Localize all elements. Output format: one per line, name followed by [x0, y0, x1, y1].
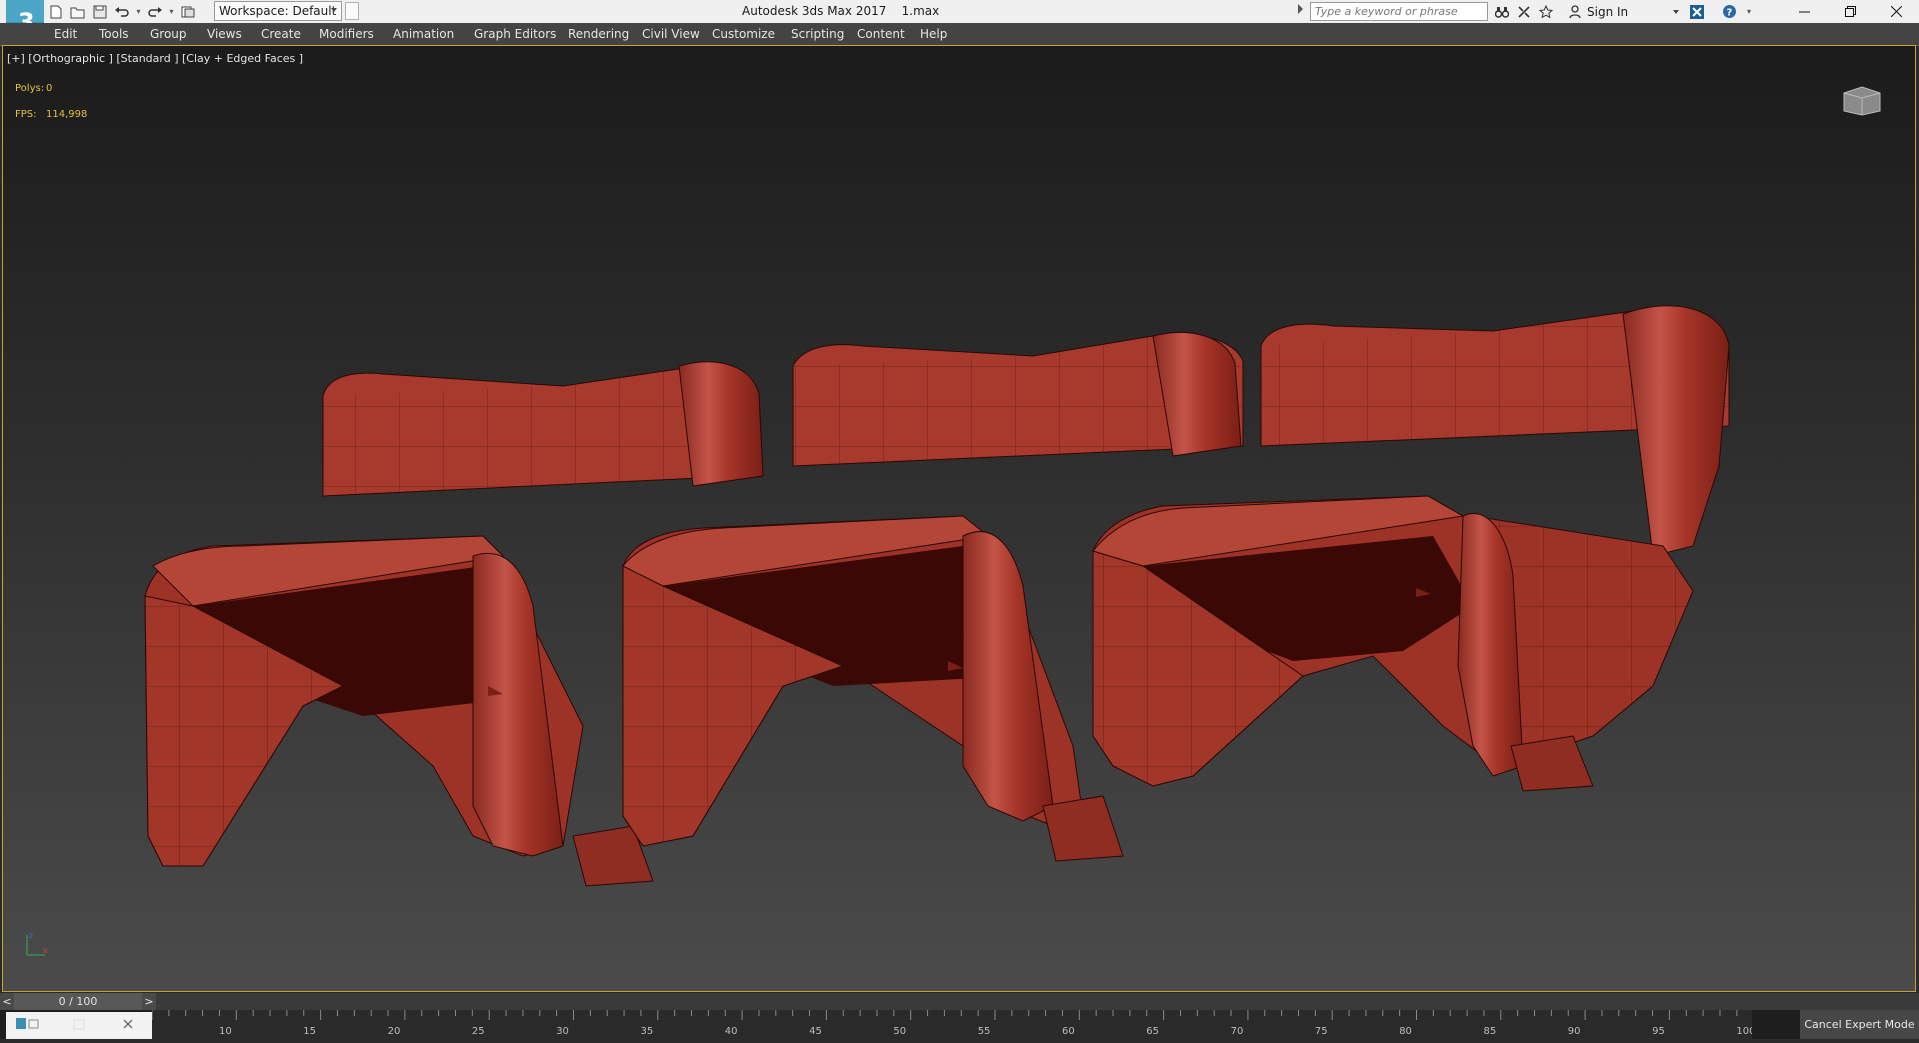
- fps-value: 114,998: [46, 109, 88, 120]
- time-slider-bar: < 0 / 100 >: [0, 993, 1919, 1010]
- save-icon[interactable]: [90, 3, 110, 21]
- timeline-tick-label: 15: [303, 1026, 316, 1037]
- menu-graph-editors[interactable]: Graph Editors: [474, 23, 556, 45]
- cancel-expert-mode-button[interactable]: Cancel Expert Mode: [1800, 1010, 1919, 1039]
- polys-value: 0: [46, 83, 53, 94]
- binoculars-icon[interactable]: [1493, 3, 1511, 20]
- timeline-ruler[interactable]: 10 15 20 25 30 35 40 45 50 55 60 65 70 75 80 85 90 95 100: [152, 1010, 1752, 1039]
- redo-dropdown-icon[interactable]: ▾: [167, 7, 176, 16]
- workspace-dropdown[interactable]: Workspace: Default: [214, 1, 342, 21]
- menu-scripting[interactable]: Scripting: [791, 23, 844, 45]
- close-button[interactable]: [1873, 0, 1919, 23]
- title-bar: 3 ▾ ▾ Workspace: Default Autodesk 3ds Ma…: [0, 0, 1919, 44]
- sign-in-button[interactable]: Sign In: [1587, 5, 1628, 19]
- timeline-tick-label: 95: [1652, 1026, 1665, 1037]
- timeline-tick-label: 60: [1062, 1026, 1075, 1037]
- next-frame-button[interactable]: >: [142, 993, 156, 1010]
- menu-animation[interactable]: Animation: [393, 23, 454, 45]
- user-icon[interactable]: [1566, 3, 1584, 20]
- search-input[interactable]: Type a keyword or phrase: [1310, 2, 1488, 21]
- timeline-tick-label: 50: [893, 1026, 906, 1037]
- timeline-tick-label: 25: [472, 1026, 485, 1037]
- undo-icon[interactable]: [112, 3, 132, 21]
- timeline-tick-label: 90: [1568, 1026, 1581, 1037]
- menu-group[interactable]: Group: [150, 23, 187, 45]
- quick-access-toolbar: ▾ ▾: [46, 2, 198, 21]
- menu-bar: Edit Tools Group Views Create Modifiers …: [0, 23, 1919, 46]
- timeline-tick-label: 65: [1146, 1026, 1159, 1037]
- viewcube-icon[interactable]: [1842, 85, 1882, 117]
- sign-in-dropdown-icon[interactable]: [1673, 10, 1679, 14]
- workspace-options-button[interactable]: [345, 2, 359, 20]
- viewport-orthographic[interactable]: [+] [Orthographic ] [Standard ] [Clay + …: [2, 45, 1916, 992]
- timeline-tick-label: 55: [978, 1026, 991, 1037]
- axis-z-label: z: [29, 931, 33, 940]
- timeline-tick-label: 80: [1399, 1026, 1412, 1037]
- timeline-tick-label: 85: [1484, 1026, 1497, 1037]
- fps-label: FPS:: [15, 109, 37, 120]
- restore-button[interactable]: [1827, 0, 1873, 23]
- help-dropdown-icon[interactable]: ▾: [1740, 3, 1758, 20]
- axis-x-label: x: [43, 946, 48, 955]
- menu-rendering[interactable]: Rendering: [568, 23, 629, 45]
- help-icon[interactable]: ?: [1720, 3, 1738, 20]
- time-slider[interactable]: < 0 / 100 >: [0, 993, 156, 1010]
- menu-civil-view[interactable]: Civil View: [642, 23, 700, 45]
- search-expand-icon[interactable]: [1298, 4, 1303, 14]
- track-bar: 101520253035404550556065707580859095100 …: [0, 1010, 1919, 1039]
- open-folder-icon[interactable]: [68, 3, 88, 21]
- exchange-apps-icon[interactable]: [1688, 3, 1706, 20]
- menu-customize[interactable]: Customize: [712, 23, 775, 45]
- timeline-tick-label: 35: [641, 1026, 654, 1037]
- timeline-tick-label: 70: [1231, 1026, 1244, 1037]
- timeline-tick-label: 30: [556, 1026, 569, 1037]
- menu-edit[interactable]: Edit: [54, 23, 77, 45]
- timeline-tick-label: 40: [725, 1026, 738, 1037]
- favorites-star-icon[interactable]: [1537, 3, 1555, 20]
- menu-views[interactable]: Views: [207, 23, 242, 45]
- menu-tools[interactable]: Tools: [99, 23, 129, 45]
- minimize-button[interactable]: [1781, 0, 1827, 23]
- redo-icon[interactable]: [145, 3, 165, 21]
- polys-label: Polys:: [15, 83, 45, 94]
- taskbar-thumbnail[interactable]: [6, 1012, 152, 1039]
- viewport-3d-model: [144, 305, 1730, 887]
- svg-text:?: ?: [1726, 8, 1732, 19]
- axis-gizmo: z x: [21, 929, 51, 963]
- subscription-icon[interactable]: [1515, 3, 1533, 20]
- workspace-label: Workspace: Default: [219, 4, 337, 18]
- project-folder-icon[interactable]: [178, 3, 198, 21]
- search-placeholder: Type a keyword or phrase: [1315, 5, 1458, 18]
- new-file-icon[interactable]: [46, 3, 66, 21]
- timeline-tick-label: 75: [1315, 1026, 1328, 1037]
- window-title: Autodesk 3ds Max 2017 1.max: [742, 4, 939, 18]
- viewport-label[interactable]: [+] [Orthographic ] [Standard ] [Clay + …: [7, 52, 303, 65]
- timeline-tick-label: 100: [1736, 1026, 1752, 1037]
- app-title: Autodesk 3ds Max 2017: [742, 4, 887, 18]
- menu-content[interactable]: Content: [857, 23, 905, 45]
- timeline-tick-label: 10: [219, 1026, 232, 1037]
- frame-counter: 0 / 100: [58, 995, 98, 1008]
- menu-help[interactable]: Help: [920, 23, 947, 45]
- previous-frame-button[interactable]: <: [0, 993, 14, 1010]
- chevron-down-icon: [331, 8, 337, 12]
- timeline-tick-label: 45: [809, 1026, 822, 1037]
- file-name: 1.max: [901, 4, 940, 18]
- menu-modifiers[interactable]: Modifiers: [319, 23, 374, 45]
- timeline-tick-label: 20: [388, 1026, 401, 1037]
- undo-dropdown-icon[interactable]: ▾: [134, 7, 143, 16]
- menu-create[interactable]: Create: [261, 23, 301, 45]
